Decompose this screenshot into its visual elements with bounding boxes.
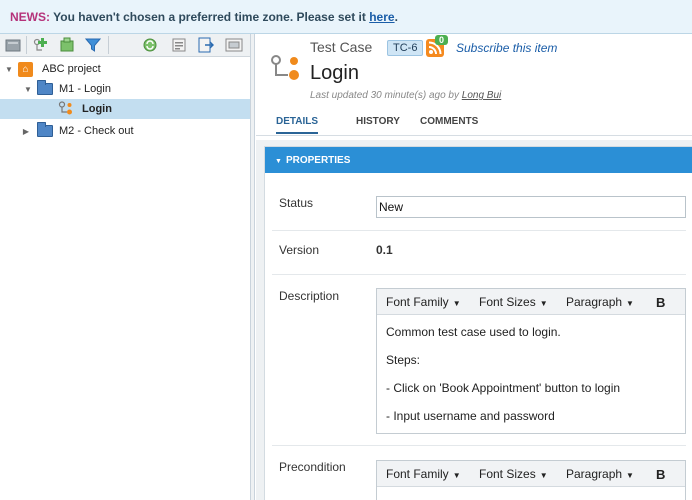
toolbar-separator: [26, 36, 27, 54]
detail-panel: Test Case TC-6 0 Subscribe this item Log…: [256, 34, 692, 500]
testcase-icon: [270, 54, 302, 85]
editor-toolbar: Font Family ▼ Font Sizes ▼ Paragraph ▼ B: [377, 461, 685, 487]
status-label: Status: [279, 196, 314, 210]
export-icon[interactable]: [170, 37, 188, 53]
import-icon[interactable]: [197, 37, 215, 53]
tab-history[interactable]: HISTORY: [356, 116, 400, 127]
font-family-label: Font Family: [386, 295, 449, 309]
description-content[interactable]: Common test case used to login. Steps: -…: [377, 315, 685, 423]
dropdown-arrow-icon: ▼: [452, 471, 461, 480]
tree-toolbar: [0, 34, 250, 57]
subscriber-count-badge: 0: [435, 35, 449, 45]
dropdown-arrow-icon: ▼: [539, 299, 548, 308]
tab-details[interactable]: DETAILS: [276, 116, 319, 134]
dropdown-arrow-icon: ▼: [626, 471, 634, 480]
paragraph-label: Paragraph: [566, 295, 623, 309]
clone-icon[interactable]: [58, 37, 76, 53]
tab-comments[interactable]: COMMENTS: [420, 116, 478, 127]
properties-title: PROPERTIES: [285, 155, 351, 166]
news-banner: NEWS: You haven't chosen a preferred tim…: [0, 0, 692, 34]
tree-item-label: ABC project: [42, 63, 101, 75]
tree-item-project[interactable]: ▼ ⌂ ABC project: [0, 59, 250, 79]
divider: [272, 230, 686, 231]
dropdown-arrow-icon: ▼: [539, 471, 548, 480]
divider: [272, 274, 686, 275]
testcase-icon: [58, 100, 74, 118]
tree-panel: ▼ ⌂ ABC project ▼ M1 - Login Login ▶ M2 …: [0, 34, 251, 500]
tree-item-label: M2 - Check out: [59, 125, 134, 137]
dropdown-arrow-icon: ▼: [452, 299, 461, 308]
dropdown-arrow-icon: ▼: [626, 299, 634, 308]
paragraph-dropdown[interactable]: Paragraph ▼: [566, 295, 634, 309]
last-updated: Last updated 30 minute(s) ago by Long Bu…: [310, 90, 501, 101]
author-link[interactable]: Long Bui: [462, 90, 501, 101]
bold-button[interactable]: B: [656, 295, 665, 310]
page-title: Login: [310, 62, 359, 84]
news-tag: NEWS:: [10, 10, 50, 24]
paragraph-label: Paragraph: [566, 467, 623, 481]
item-id-badge: TC-6: [387, 40, 424, 56]
font-family-dropdown[interactable]: Font Family ▼: [386, 467, 461, 481]
description-label: Description: [279, 289, 340, 303]
tree-item-label: M1 - Login: [59, 83, 111, 95]
tree-item-label: Login: [82, 103, 112, 115]
view-icon[interactable]: [225, 37, 243, 53]
subscribe-link[interactable]: Subscribe this item: [456, 41, 557, 55]
caret-down-icon[interactable]: ▼: [4, 64, 14, 74]
home-icon: ⌂: [18, 61, 33, 77]
detail-tabs: DETAILS HISTORY COMMENTS: [256, 110, 692, 136]
font-sizes-dropdown[interactable]: Font Sizes ▼: [479, 467, 548, 481]
item-type-label: Test Case: [310, 39, 373, 55]
folder-icon: [37, 122, 53, 137]
toolbar-separator: [108, 36, 109, 54]
news-message: You haven't chosen a preferred time zone…: [53, 10, 366, 24]
editor-toolbar: Font Family ▼ Font Sizes ▼ Paragraph ▼ B: [377, 289, 685, 315]
properties-header[interactable]: ▼ PROPERTIES: [265, 147, 692, 173]
sync-icon[interactable]: [141, 37, 159, 53]
precondition-label: Precondition: [279, 460, 346, 474]
bold-button[interactable]: B: [656, 467, 665, 482]
item-header: Test Case TC-6 0 Subscribe this item Log…: [256, 34, 692, 104]
divider: [272, 445, 686, 446]
version-value: 0.1: [376, 243, 393, 257]
add-child-icon[interactable]: [32, 37, 50, 53]
version-label: Version: [279, 243, 320, 257]
status-field[interactable]: [376, 196, 686, 218]
font-family-label: Font Family: [386, 467, 449, 481]
properties-area: ▼PROPERTIES Status Version 0.1 Descripti…: [256, 140, 692, 500]
add-icon[interactable]: [4, 37, 22, 53]
caret-down-icon[interactable]: ▼: [23, 84, 33, 94]
panel-splitter[interactable]: [251, 34, 255, 500]
description-line: - Input username and password: [386, 409, 555, 423]
tree-item-module-checkout[interactable]: ▶ M2 - Check out: [0, 121, 250, 141]
collapse-arrow-icon: ▼: [275, 158, 282, 165]
description-line: Steps:: [386, 353, 421, 367]
folder-icon: [37, 80, 53, 95]
font-sizes-dropdown[interactable]: Font Sizes ▼: [479, 295, 548, 309]
tree-item-testcase-login[interactable]: Login: [0, 99, 250, 119]
news-end: .: [394, 10, 398, 24]
paragraph-dropdown[interactable]: Paragraph ▼: [566, 467, 634, 481]
tree-item-module-login[interactable]: ▼ M1 - Login: [0, 79, 250, 99]
font-family-dropdown[interactable]: Font Family ▼: [386, 295, 461, 309]
last-updated-text: Last updated 30 minute(s) ago by: [310, 90, 459, 101]
description-editor[interactable]: Font Family ▼ Font Sizes ▼ Paragraph ▼ B Co…: [376, 288, 686, 434]
font-sizes-label: Font Sizes: [479, 295, 536, 309]
description-line: Common test case used to login.: [386, 325, 561, 339]
set-timezone-link[interactable]: here: [369, 10, 394, 24]
caret-right-icon[interactable]: ▶: [21, 126, 31, 136]
font-sizes-label: Font Sizes: [479, 467, 536, 481]
filter-icon[interactable]: [84, 37, 102, 53]
precondition-editor[interactable]: Font Family ▼ Font Sizes ▼ Paragraph ▼ B: [376, 460, 686, 500]
description-line: - Click on 'Book Appointment' button to …: [386, 381, 621, 395]
